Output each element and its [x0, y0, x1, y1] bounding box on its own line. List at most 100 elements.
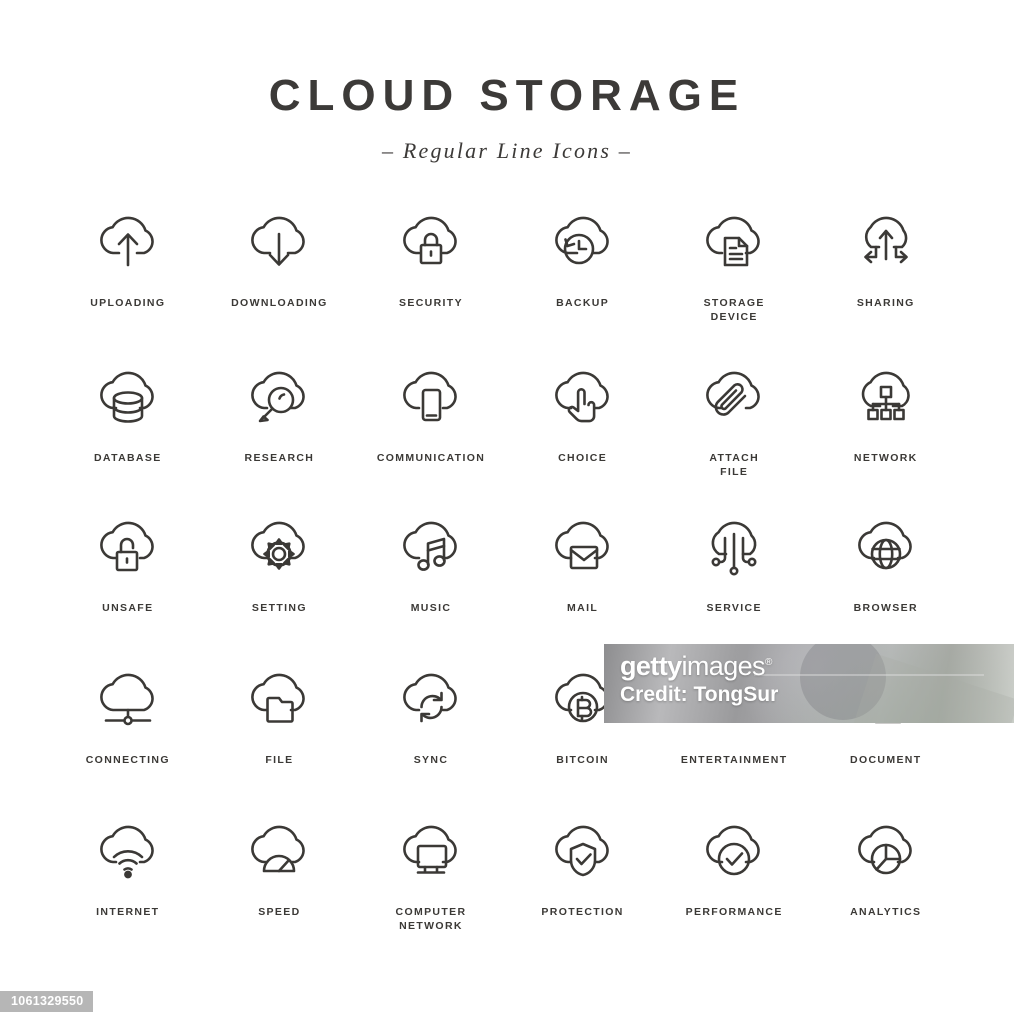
- cloud-share-arrows-icon[interactable]: [838, 196, 934, 280]
- icon-cell[interactable]: COMMUNICATION: [355, 351, 507, 501]
- icon-label: UPLOADING: [90, 297, 166, 309]
- icon-cell[interactable]: NETWORK: [810, 351, 962, 501]
- sheet-header: CLOUD STORAGE – Regular Line Icons –: [0, 0, 1014, 162]
- cloud-music-note-icon[interactable]: [383, 501, 479, 585]
- icon-cell[interactable]: BACKUP: [507, 196, 659, 351]
- icon-sheet: CLOUD STORAGE – Regular Line Icons – UPL…: [0, 0, 1014, 1024]
- icon-row: INTERNET SPEED COMPUTER NETWORK PROTECTION P…: [52, 805, 962, 957]
- page-subtitle: – Regular Line Icons –: [381, 138, 633, 163]
- watermark-streak: [754, 674, 984, 676]
- cloud-circle-check-icon[interactable]: [686, 805, 782, 889]
- icon-label: ANALYTICS: [850, 906, 922, 918]
- cloud-pointing-hand-icon[interactable]: [535, 351, 631, 435]
- cloud-shield-check-icon[interactable]: [535, 805, 631, 889]
- icon-cell[interactable]: RESEARCH: [204, 351, 356, 501]
- cloud-sync-arrows-icon[interactable]: [383, 653, 479, 737]
- cloud-padlock-closed-icon[interactable]: [383, 196, 479, 280]
- icon-cell[interactable]: SECURITY: [355, 196, 507, 351]
- icon-cell[interactable]: SETTING: [204, 501, 356, 653]
- watermark-credit: Credit: TongSur: [620, 682, 779, 706]
- cloud-envelope-icon[interactable]: [535, 501, 631, 585]
- icon-cell[interactable]: BROWSER: [810, 501, 962, 653]
- cloud-speedometer-icon[interactable]: [231, 805, 327, 889]
- icon-label: MUSIC: [410, 602, 452, 614]
- images-word: images: [681, 651, 766, 681]
- icon-label: INTERNET: [96, 906, 160, 918]
- icon-cell[interactable]: PERFORMANCE: [658, 805, 810, 957]
- icon-cell[interactable]: SPEED: [204, 805, 356, 957]
- icon-label: STORAGE DEVICE: [703, 297, 765, 324]
- icon-cell[interactable]: UPLOADING: [52, 196, 204, 351]
- watermark-text: gettyimages® Credit: TongSur: [620, 652, 778, 706]
- icon-cell[interactable]: DOWNLOADING: [204, 196, 356, 351]
- icon-row: DATABASE RESEARCH COMMUNICATION CHOICE ATTAC…: [52, 351, 962, 501]
- icon-row: UPLOADING DOWNLOADING SECURITY BACKUP STORAG…: [52, 196, 962, 351]
- icon-cell[interactable]: ATTACH FILE: [658, 351, 810, 501]
- icon-label: MAIL: [567, 602, 599, 614]
- icon-label: SHARING: [856, 297, 915, 309]
- cloud-monitor-icon[interactable]: [383, 805, 479, 889]
- icon-label: BACKUP: [556, 297, 610, 309]
- icon-grid: UPLOADING DOWNLOADING SECURITY BACKUP STORAG…: [52, 196, 962, 957]
- icon-label: RESEARCH: [244, 452, 315, 464]
- icon-cell[interactable]: INTERNET: [52, 805, 204, 957]
- cloud-hierarchy-nodes-icon[interactable]: [838, 351, 934, 435]
- icon-label: DOWNLOADING: [231, 297, 328, 309]
- icon-cell[interactable]: CONNECTING: [52, 653, 204, 805]
- cloud-circuit-nodes-icon[interactable]: [686, 501, 782, 585]
- icon-cell[interactable]: PROTECTION: [507, 805, 659, 957]
- cloud-document-lines-icon[interactable]: [686, 196, 782, 280]
- icon-cell[interactable]: ANALYTICS: [810, 805, 962, 957]
- icon-label: SECURITY: [399, 297, 463, 309]
- trademark-icon: ®: [764, 657, 772, 668]
- icon-cell[interactable]: CHOICE: [507, 351, 659, 501]
- icon-cell[interactable]: UNSAFE: [52, 501, 204, 653]
- gettyimages-logo: gettyimages®: [620, 652, 778, 681]
- cloud-wifi-icon[interactable]: [80, 805, 176, 889]
- icon-cell[interactable]: COMPUTER NETWORK: [355, 805, 507, 957]
- cloud-download-arrow-icon[interactable]: [231, 196, 327, 280]
- cloud-globe-icon[interactable]: [838, 501, 934, 585]
- cloud-folder-icon[interactable]: [231, 653, 327, 737]
- icon-label: CONNECTING: [85, 754, 170, 766]
- icon-row: UNSAFE SETTING MUSIC MAIL SERVICE BROWSER: [52, 501, 962, 653]
- icon-label: DOCUMENT: [850, 754, 922, 766]
- cloud-upload-arrow-icon[interactable]: [80, 196, 176, 280]
- cloud-smartphone-icon[interactable]: [383, 351, 479, 435]
- cloud-gear-icon[interactable]: [231, 501, 327, 585]
- getty-watermark-band: gettyimages® Credit: TongSur: [604, 644, 1014, 723]
- icon-cell[interactable]: SERVICE: [658, 501, 810, 653]
- icon-label: COMPUTER NETWORK: [395, 906, 467, 933]
- icon-cell[interactable]: STORAGE DEVICE: [658, 196, 810, 351]
- icon-cell[interactable]: FILE: [204, 653, 356, 805]
- icon-cell[interactable]: MAIL: [507, 501, 659, 653]
- icon-label: UNSAFE: [102, 602, 154, 614]
- icon-label: BITCOIN: [556, 754, 609, 766]
- icon-label: PROTECTION: [541, 906, 624, 918]
- cloud-database-cylinder-icon[interactable]: [80, 351, 176, 435]
- cloud-magnifier-icon[interactable]: [231, 351, 327, 435]
- cloud-paperclip-icon[interactable]: [686, 351, 782, 435]
- icon-label: PERFORMANCE: [685, 906, 783, 918]
- page-title: CLOUD STORAGE: [268, 71, 746, 120]
- icon-label: COMMUNICATION: [376, 452, 486, 464]
- cloud-clock-restore-icon[interactable]: [535, 196, 631, 280]
- cloud-network-line-icon[interactable]: [80, 653, 176, 737]
- icon-label: SETTING: [251, 602, 307, 614]
- cloud-padlock-open-icon[interactable]: [80, 501, 176, 585]
- asset-id-badge: 1061329550: [0, 991, 93, 1012]
- getty-word: getty: [620, 651, 682, 681]
- icon-cell[interactable]: MUSIC: [355, 501, 507, 653]
- cloud-pie-chart-icon[interactable]: [838, 805, 934, 889]
- icon-label: FILE: [265, 754, 294, 766]
- icon-label: NETWORK: [853, 452, 918, 464]
- icon-cell[interactable]: SHARING: [810, 196, 962, 351]
- icon-label: DATABASE: [94, 452, 162, 464]
- icon-cell[interactable]: SYNC: [355, 653, 507, 805]
- icon-label: CHOICE: [558, 452, 608, 464]
- icon-cell[interactable]: DATABASE: [52, 351, 204, 501]
- icon-label: BROWSER: [853, 602, 918, 614]
- icon-label: SPEED: [258, 906, 301, 918]
- icon-label: SYNC: [413, 754, 449, 766]
- icon-label: ENTERTAINMENT: [680, 754, 788, 766]
